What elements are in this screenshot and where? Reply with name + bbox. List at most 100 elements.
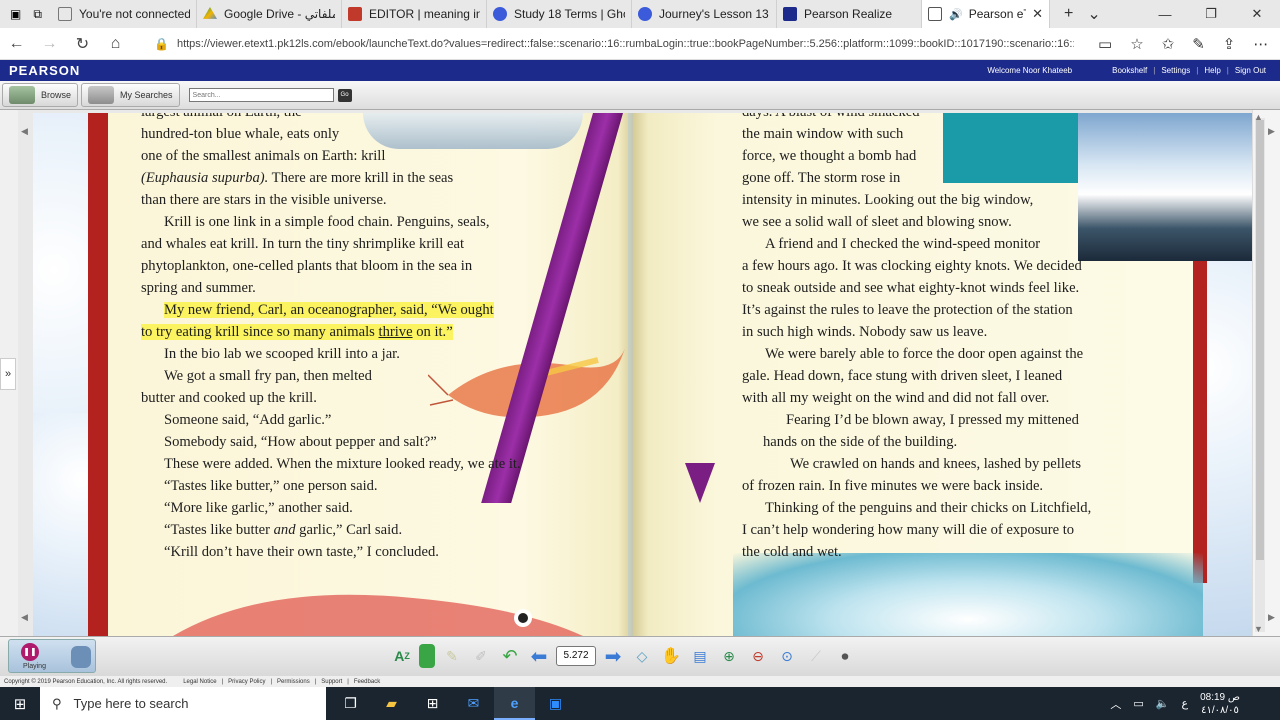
clock[interactable]: 08:19 ص ٤١/٠٨/٠٥ bbox=[1200, 691, 1240, 717]
file-explorer-icon[interactable]: ▰ bbox=[371, 687, 412, 720]
vocabulary-word[interactable]: thrive bbox=[378, 324, 413, 340]
volume-icon[interactable]: 🔈 bbox=[1156, 697, 1170, 710]
previous-page-icon[interactable]: ⬅ bbox=[527, 644, 551, 668]
favorite-star-icon[interactable]: ☆ bbox=[1130, 35, 1143, 53]
text-line: hands on the side of the building. bbox=[763, 434, 958, 450]
page-down-right-icon[interactable]: ▶ bbox=[1268, 612, 1275, 623]
scroll-up-icon[interactable]: ▲ bbox=[1254, 112, 1263, 122]
audio-settings-icon[interactable] bbox=[71, 646, 91, 668]
zoom-fit-icon[interactable]: ⊙ bbox=[775, 644, 799, 668]
pause-icon[interactable]: ❚❚ bbox=[21, 643, 39, 661]
tab-google-drive[interactable]: Google Drive - ملفاتي bbox=[197, 0, 342, 28]
close-tab-icon[interactable]: ✕ bbox=[1032, 6, 1043, 22]
tape-recorder-icon[interactable]: ⏺ bbox=[833, 644, 857, 668]
tab-pearson-etext[interactable]: 🔊 Pearson eText ✕ bbox=[922, 0, 1050, 28]
tab-not-connected[interactable]: You're not connected bbox=[52, 0, 197, 28]
tab-overview-icon[interactable]: ⧉ bbox=[33, 7, 42, 22]
eraser-icon[interactable]: ◇ bbox=[630, 644, 654, 668]
mail-icon[interactable]: ✉ bbox=[453, 687, 494, 720]
page-up-right-icon[interactable]: ▶ bbox=[1268, 126, 1275, 137]
next-page-icon[interactable]: ➡ bbox=[601, 644, 625, 668]
restore-icon[interactable]: ❐ bbox=[1188, 6, 1234, 22]
text-line: of frozen rain. In five minutes we were … bbox=[742, 478, 1044, 494]
windows-start-icon[interactable]: ⊞ bbox=[0, 695, 40, 713]
single-page-icon[interactable]: ▤ bbox=[688, 644, 712, 668]
chevron-down-icon[interactable]: ⌄ bbox=[1087, 4, 1100, 24]
tab-pearson-realize[interactable]: Pearson Realize bbox=[777, 0, 922, 28]
expand-panel-icon[interactable]: » bbox=[0, 358, 16, 390]
scientific-name: (Euphausia supurba). bbox=[141, 170, 269, 186]
forward-icon[interactable]: → bbox=[33, 35, 66, 53]
page-down-left-icon[interactable]: ◀ bbox=[21, 612, 28, 623]
text-fragment: There are more krill in the seas bbox=[268, 170, 454, 186]
close-window-icon[interactable]: ✕ bbox=[1234, 6, 1280, 22]
text-line: “More like garlic,” another said. bbox=[164, 500, 353, 516]
tab-editor[interactable]: EDITOR | meaning in th bbox=[342, 0, 487, 28]
page-number-input[interactable]: 5.272 bbox=[556, 646, 596, 666]
text-line: Fearing I’d be blown away, I pressed my … bbox=[786, 412, 1079, 428]
task-view-icon[interactable]: ❐ bbox=[330, 687, 371, 720]
scroll-down-icon[interactable]: ▼ bbox=[1254, 624, 1263, 634]
page-icon bbox=[58, 7, 72, 21]
google-drive-icon bbox=[203, 7, 217, 19]
support-link[interactable]: Support bbox=[321, 679, 342, 685]
text-line: phytoplankton, one-celled plants that bl… bbox=[141, 258, 473, 274]
separator: | bbox=[314, 678, 317, 685]
permissions-link[interactable]: Permissions bbox=[277, 679, 310, 685]
battery-icon[interactable]: ▭ bbox=[1133, 697, 1143, 710]
my-searches-button[interactable]: My Searches bbox=[81, 83, 180, 107]
chevron-up-icon[interactable]: ︿ bbox=[1110, 696, 1121, 712]
more-icon[interactable]: ⋯ bbox=[1253, 35, 1268, 53]
speaker-icon[interactable]: 🔊 bbox=[949, 8, 963, 21]
zoom-app-icon[interactable]: ▣ bbox=[535, 687, 576, 720]
taskbar-search[interactable]: ⚲ Type here to search bbox=[40, 687, 326, 720]
page-up-left-icon[interactable]: ◀ bbox=[21, 126, 28, 137]
text-line: “Tastes like butter,” one person said. bbox=[164, 478, 378, 494]
undo-icon[interactable]: ↶ bbox=[498, 644, 522, 668]
bookshelf-link[interactable]: Bookshelf bbox=[1112, 66, 1147, 75]
edge-browser-icon[interactable]: e bbox=[494, 687, 535, 720]
new-tab-icon[interactable]: + bbox=[1064, 5, 1073, 23]
zoom-out-icon[interactable]: ⊖ bbox=[746, 644, 770, 668]
url-field[interactable]: 🔒 https://viewer.etext1.pk12ls.com/ebook… bbox=[154, 32, 1074, 56]
store-icon[interactable]: ⊞ bbox=[412, 687, 453, 720]
tab-journeys-lesson[interactable]: Journey's Lesson 13 4th bbox=[632, 0, 777, 28]
text-line: we see a solid wall of sleet and blowing… bbox=[742, 214, 1012, 230]
language-indicator[interactable]: ع bbox=[1182, 697, 1189, 710]
bookmark-icon[interactable] bbox=[419, 644, 435, 668]
scrollbar-thumb[interactable] bbox=[1256, 120, 1264, 560]
browse-label: Browse bbox=[41, 90, 72, 100]
right-page-text: days. A blast of wind smacked the main w… bbox=[742, 113, 1091, 563]
sign-out-link[interactable]: Sign Out bbox=[1235, 66, 1266, 75]
highlighter-icon[interactable]: ✎ bbox=[440, 644, 464, 668]
back-icon[interactable]: ← bbox=[0, 35, 33, 53]
share-icon[interactable]: ⇪ bbox=[1223, 35, 1236, 53]
tab-label: Study 18 Terms | Ghost bbox=[514, 7, 625, 21]
pen-icon[interactable]: ✎ bbox=[1192, 35, 1205, 53]
window-menu-icon[interactable]: ▣ bbox=[10, 7, 21, 21]
minimize-icon[interactable]: — bbox=[1142, 7, 1188, 22]
note-pen-icon[interactable]: ✐ bbox=[469, 644, 493, 668]
tab-study-terms[interactable]: Study 18 Terms | Ghost bbox=[487, 0, 632, 28]
go-button[interactable]: Go bbox=[337, 88, 352, 102]
highlighted-line: My new friend, Carl, an oceanographer, s… bbox=[141, 299, 521, 321]
browse-button[interactable]: Browse bbox=[2, 83, 79, 107]
refresh-icon[interactable]: ↻ bbox=[66, 34, 99, 54]
help-link[interactable]: Help bbox=[1204, 66, 1220, 75]
zoom-in-icon[interactable]: ⊕ bbox=[717, 644, 741, 668]
settings-link[interactable]: Settings bbox=[1161, 66, 1190, 75]
search-icon: ⚲ bbox=[52, 695, 62, 711]
feedback-link[interactable]: Feedback bbox=[354, 679, 380, 685]
text-line: These were added. When the mixture looke… bbox=[164, 456, 521, 472]
search-input[interactable] bbox=[188, 88, 334, 102]
glossary-icon[interactable]: AZ bbox=[390, 644, 414, 668]
highlighted-text: on it.” bbox=[412, 324, 453, 340]
pearson-header: PEARSON Welcome Noor Khateeb Bookshelf |… bbox=[0, 60, 1280, 81]
reading-view-icon[interactable]: ▭ bbox=[1098, 35, 1112, 53]
privacy-policy-link[interactable]: Privacy Policy bbox=[228, 679, 265, 685]
favorites-icon[interactable]: ✩ bbox=[1162, 35, 1175, 53]
legal-notice-link[interactable]: Legal Notice bbox=[183, 679, 216, 685]
pan-hand-icon[interactable]: ✋ bbox=[659, 644, 683, 668]
home-icon[interactable]: ⌂ bbox=[99, 35, 132, 53]
antarctic-photo bbox=[1078, 113, 1253, 261]
